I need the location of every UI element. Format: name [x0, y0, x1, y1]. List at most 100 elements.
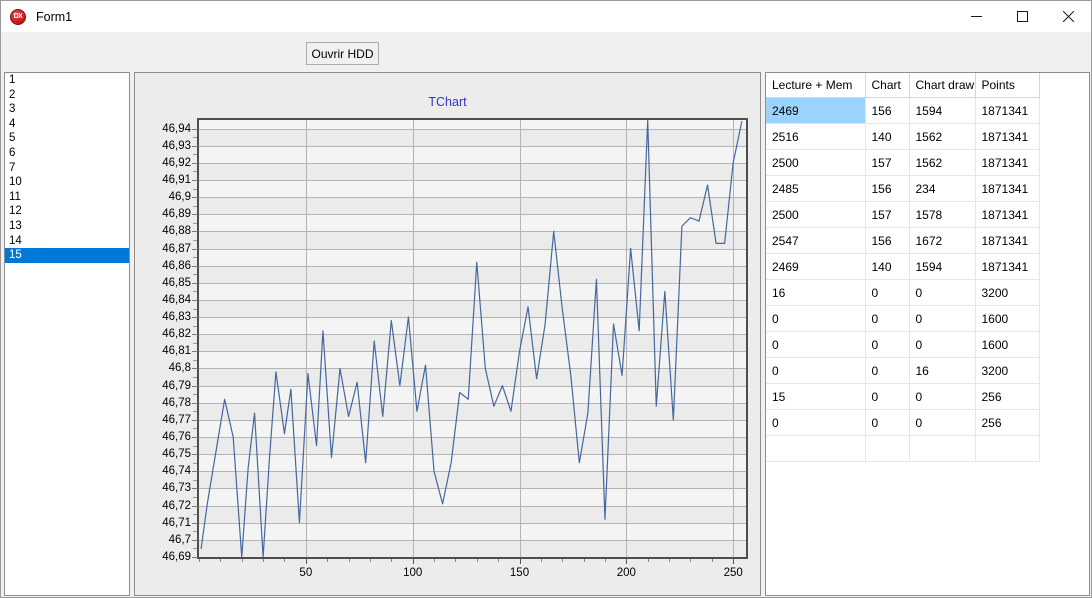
table-row[interactable]: 2469 140 1594 1871341 — [766, 253, 1040, 280]
chart-y-tick-minor — [193, 309, 197, 310]
chart-y-tick-mark — [192, 231, 198, 232]
list-item[interactable]: 1 — [5, 73, 129, 88]
chart-y-tick-mark — [192, 180, 198, 181]
chart-x-tick-minor — [327, 559, 328, 562]
chart-y-tick-label: 46,72 — [162, 499, 191, 512]
table-cell: 140 — [865, 123, 910, 150]
table-cell — [975, 435, 1040, 462]
application-window: DX Form1 Ouvrir HDD 1 2 3 4 5 6 7 10 11 12 13 14 15 … — [0, 0, 1092, 598]
list-item[interactable]: 14 — [5, 234, 129, 249]
table-cell: 0 — [865, 305, 910, 332]
title-bar: DX Form1 — [1, 1, 1091, 32]
table-row[interactable]: 16 0 0 3200 — [766, 279, 1040, 306]
table-row[interactable]: 15 0 0 256 — [766, 383, 1040, 410]
table-row[interactable] — [766, 435, 1040, 462]
chart-y-tick-mark — [192, 266, 198, 267]
chart-y-tick-mark — [192, 214, 198, 215]
table-cell: 1600 — [975, 331, 1040, 358]
metrics-table: Lecture + Mem Chart Chart draw Points 24… — [766, 73, 1040, 462]
chart-y-tick-label: 46,76 — [162, 431, 191, 444]
chart-y-tick-label: 46,74 — [162, 465, 191, 478]
chart-y-tick-minor — [193, 240, 197, 241]
chart-y-tick-mark — [192, 197, 198, 198]
chart-y-tick-mark — [192, 129, 198, 130]
chart-y-tick-label: 46,92 — [162, 156, 191, 169]
list-item[interactable]: 7 — [5, 161, 129, 176]
table-cell: 1594 — [909, 253, 976, 280]
chart-x-tick-minor — [541, 559, 542, 562]
chart-y-tick-minor — [193, 377, 197, 378]
table-cell: 0 — [766, 331, 866, 358]
list-item[interactable]: 5 — [5, 131, 129, 146]
chart-x-tick-mark — [626, 559, 627, 564]
chart-y-tick-label: 46,7 — [168, 533, 191, 546]
chart-x-tick-minor — [712, 559, 713, 562]
chart-y-tick-label: 46,94 — [162, 122, 191, 135]
chart-y-tick-label: 46,86 — [162, 259, 191, 272]
chart-x-tick-mark — [520, 559, 521, 564]
list-item[interactable]: 10 — [5, 175, 129, 190]
chart-x-tick-mark — [733, 559, 734, 564]
app-icon-text: DX — [13, 13, 23, 20]
list-item[interactable]: 2 — [5, 88, 129, 103]
list-item[interactable]: 6 — [5, 146, 129, 161]
chart-y-tick-minor — [193, 480, 197, 481]
list-item[interactable]: 3 — [5, 102, 129, 117]
metrics-datagrid[interactable]: Lecture + Mem Chart Chart draw Points 24… — [765, 72, 1090, 596]
table-row[interactable]: 0 0 0 256 — [766, 409, 1040, 436]
list-item[interactable]: 12 — [5, 204, 129, 219]
table-cell: 156 — [865, 175, 910, 202]
column-header-lecture-mem[interactable]: Lecture + Mem — [766, 73, 866, 98]
chart-y-tick-minor — [193, 343, 197, 344]
chart-y-tick-label: 46,9 — [168, 191, 191, 204]
list-item[interactable]: 13 — [5, 219, 129, 234]
chart-y-tick-label: 46,77 — [162, 413, 191, 426]
table-cell: 16 — [909, 357, 976, 384]
chart-x-tick-label: 100 — [403, 567, 423, 579]
column-header-chart-draw[interactable]: Chart draw — [909, 73, 976, 98]
chart-y-tick-mark — [192, 249, 198, 250]
open-hdd-button[interactable]: Ouvrir HDD — [306, 42, 379, 65]
table-row[interactable]: 2500 157 1562 1871341 — [766, 149, 1040, 176]
chart-y-tick-mark — [192, 163, 198, 164]
chart-y-tick-minor — [193, 223, 197, 224]
chart-plot-area[interactable] — [197, 118, 748, 559]
column-header-points[interactable]: Points — [975, 73, 1040, 98]
table-cell: 3200 — [975, 279, 1040, 306]
table-row[interactable]: 2516 140 1562 1871341 — [766, 123, 1040, 150]
table-cell: 16 — [766, 279, 866, 306]
table-cell: 15 — [766, 383, 866, 410]
chart-y-tick-mark — [192, 334, 198, 335]
table-cell: 2469 — [766, 97, 866, 124]
close-icon[interactable] — [1045, 1, 1091, 32]
table-cell: 0 — [909, 409, 976, 436]
list-item[interactable]: 15 — [5, 248, 129, 263]
list-item[interactable]: 11 — [5, 190, 129, 205]
column-header-chart[interactable]: Chart — [865, 73, 910, 98]
list-item[interactable]: 4 — [5, 117, 129, 132]
chart-title: TChart — [428, 95, 467, 109]
table-cell: 1871341 — [975, 253, 1040, 280]
table-cell: 0 — [865, 279, 910, 306]
table-cell: 157 — [865, 201, 910, 228]
table-row[interactable]: 2500 157 1578 1871341 — [766, 201, 1040, 228]
chart-y-tick-label: 46,91 — [162, 173, 191, 186]
table-row[interactable]: 2469 156 1594 1871341 — [766, 97, 1040, 124]
table-cell: 0 — [909, 305, 976, 332]
chart-y-tick-minor — [193, 394, 197, 395]
table-row[interactable]: 2485 156 234 1871341 — [766, 175, 1040, 202]
table-row[interactable]: 0 0 0 1600 — [766, 331, 1040, 358]
chart-y-tick-label: 46,84 — [162, 293, 191, 306]
chart-y-tick-mark — [192, 283, 198, 284]
table-cell: 3200 — [975, 357, 1040, 384]
minimize-icon[interactable] — [953, 1, 999, 32]
chart-y-tick-minor — [193, 291, 197, 292]
chart-x-tick-minor — [455, 559, 456, 562]
table-cell: 0 — [909, 331, 976, 358]
file-listbox[interactable]: 1 2 3 4 5 6 7 10 11 12 13 14 15 — [4, 72, 130, 596]
table-row[interactable]: 0 0 16 3200 — [766, 357, 1040, 384]
table-row[interactable]: 2547 156 1672 1871341 — [766, 227, 1040, 254]
table-row[interactable]: 0 0 0 1600 — [766, 305, 1040, 332]
table-cell: 1562 — [909, 149, 976, 176]
maximize-icon[interactable] — [999, 1, 1045, 32]
